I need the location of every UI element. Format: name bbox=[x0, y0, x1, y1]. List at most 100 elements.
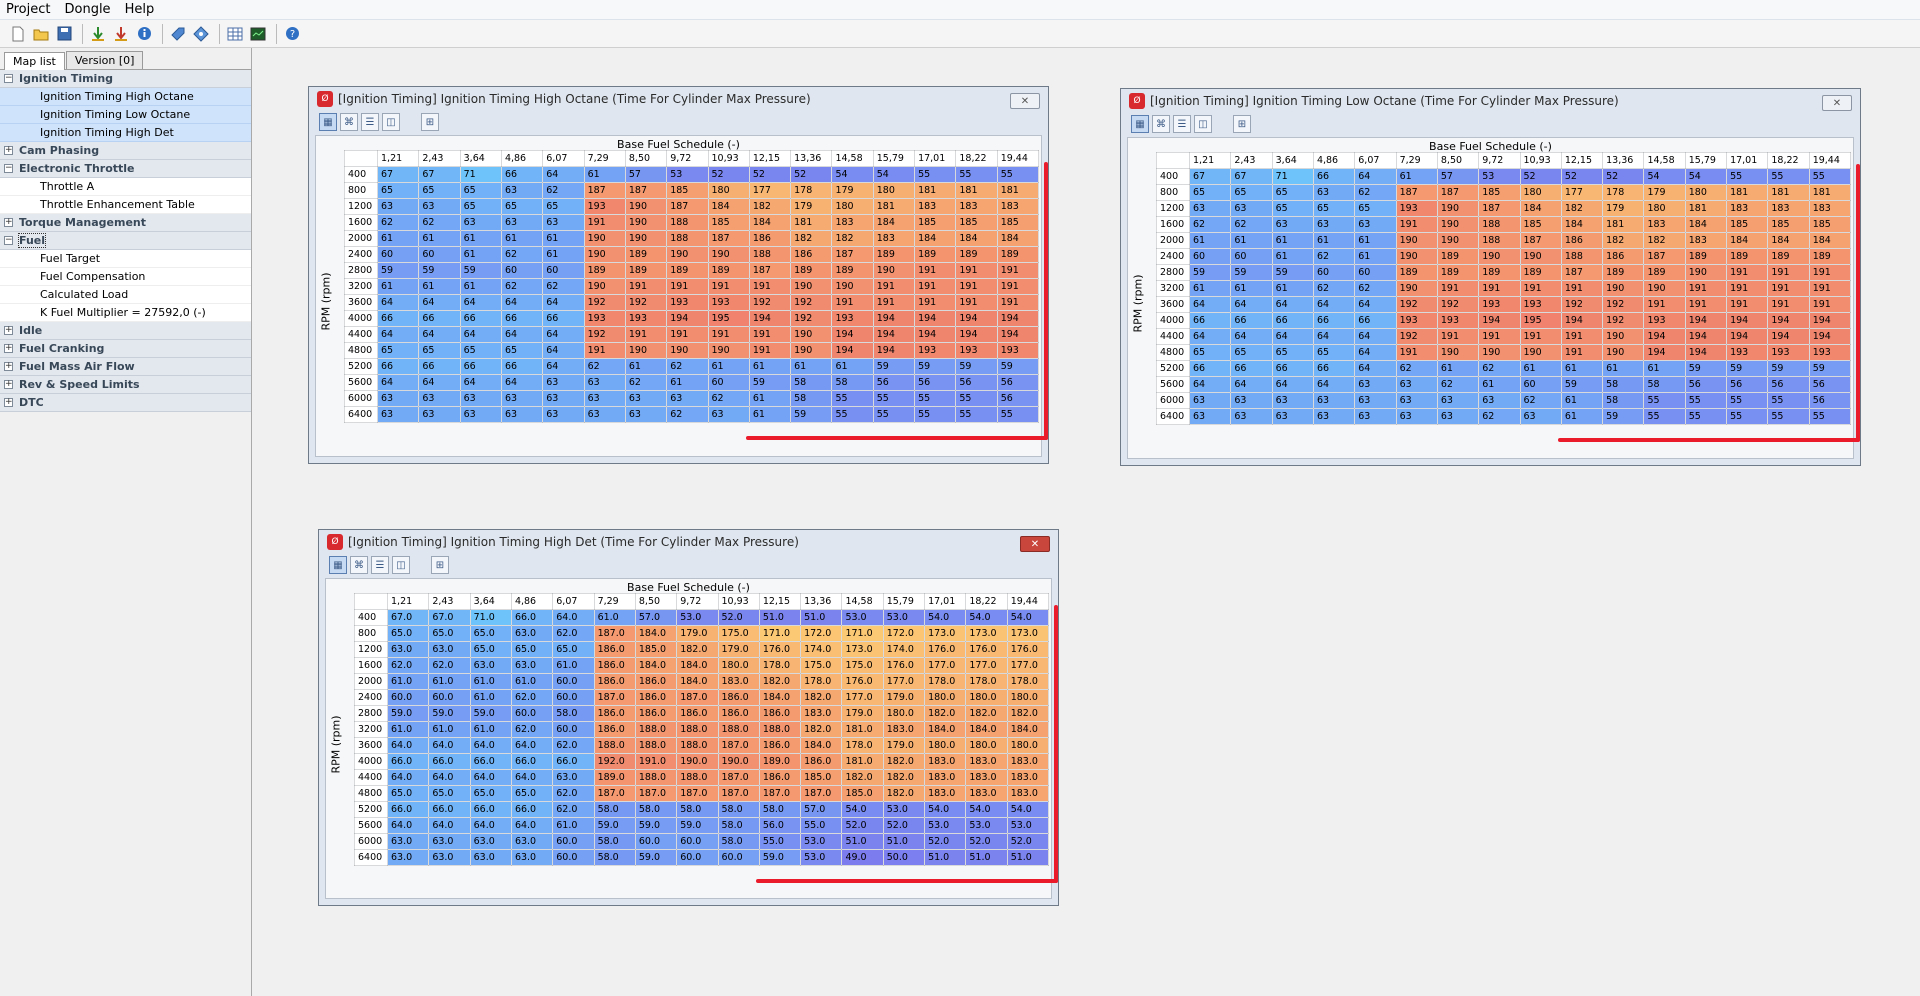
map-cell[interactable]: 60 bbox=[1230, 248, 1273, 265]
row-header[interactable]: 2000 bbox=[354, 673, 388, 690]
row-header[interactable]: 6000 bbox=[354, 833, 388, 850]
map-cell[interactable]: 58 bbox=[1602, 376, 1645, 393]
map-cell[interactable]: 182.0 bbox=[882, 753, 926, 770]
map-cell[interactable]: 183.0 bbox=[882, 721, 926, 738]
map-cell[interactable]: 64 bbox=[500, 326, 544, 343]
map-cell[interactable]: 191 bbox=[1560, 344, 1604, 361]
map-cell[interactable]: 66 bbox=[1312, 360, 1356, 377]
column-header[interactable]: 1,21 bbox=[376, 150, 420, 167]
map-cell[interactable]: 55.0 bbox=[758, 833, 802, 850]
column-header[interactable]: 1,21 bbox=[1188, 152, 1232, 169]
map-table[interactable]: 1,21 2,43 3,64 4,86 6,07 7,29 8,50 9,72 10,93 12,… bbox=[1156, 152, 1852, 425]
map-cell[interactable]: 63 bbox=[1312, 216, 1356, 233]
chart-3d-icon[interactable]: ⌘ bbox=[1152, 115, 1170, 133]
column-header[interactable]: 6,07 bbox=[1354, 152, 1397, 169]
map-cell[interactable]: 64 bbox=[542, 358, 585, 375]
row-header[interactable]: 6400 bbox=[344, 406, 378, 423]
map-cell[interactable]: 66 bbox=[1271, 312, 1314, 329]
map-cell[interactable]: 63 bbox=[1395, 392, 1438, 409]
map-cell[interactable]: 61 bbox=[1271, 248, 1314, 265]
map-cell[interactable]: 63.0 bbox=[428, 641, 471, 658]
map-cell[interactable]: 63 bbox=[542, 390, 585, 407]
map-cell[interactable]: 52.0 bbox=[924, 833, 967, 850]
map-cell[interactable]: 175.0 bbox=[717, 625, 760, 642]
map-cell[interactable]: 186.0 bbox=[593, 705, 636, 722]
info-icon[interactable] bbox=[134, 24, 154, 44]
map-cell[interactable]: 64.0 bbox=[510, 769, 554, 786]
map-cell[interactable]: 194 bbox=[1643, 344, 1686, 361]
map-cell[interactable]: 180.0 bbox=[717, 657, 760, 674]
help-icon[interactable]: ? bbox=[282, 24, 302, 44]
map-cell[interactable]: 179 bbox=[831, 182, 874, 199]
map-cell[interactable]: 184.0 bbox=[800, 737, 843, 754]
map-cell[interactable]: 186.0 bbox=[634, 673, 678, 690]
map-cell[interactable]: 190 bbox=[872, 262, 916, 279]
map-cell[interactable]: 186 bbox=[748, 230, 792, 247]
map-cell[interactable]: 62.0 bbox=[510, 721, 554, 738]
map-cell[interactable]: 63 bbox=[583, 406, 626, 423]
map-cell[interactable]: 67.0 bbox=[428, 609, 471, 626]
row-header[interactable]: 2400 bbox=[344, 246, 378, 263]
map-cell[interactable]: 58.0 bbox=[593, 833, 636, 850]
map-cell[interactable]: 61.0 bbox=[552, 657, 595, 674]
map-cell[interactable]: 60.0 bbox=[634, 833, 678, 850]
tree-category[interactable]: − Electronic Throttle bbox=[0, 160, 251, 178]
map-cell[interactable]: 63 bbox=[1312, 408, 1356, 425]
map-cell[interactable]: 63 bbox=[542, 214, 585, 231]
map-cell[interactable]: 65 bbox=[376, 182, 420, 199]
map-cell[interactable]: 193 bbox=[1808, 344, 1852, 361]
map-cell[interactable]: 52 bbox=[790, 166, 833, 183]
map-cell[interactable]: 189 bbox=[1519, 264, 1562, 281]
map-cell[interactable]: 60.0 bbox=[428, 689, 471, 706]
map-cell[interactable]: 191 bbox=[583, 342, 626, 359]
map-cell[interactable]: 60.0 bbox=[510, 705, 554, 722]
map-cell[interactable]: 66 bbox=[500, 166, 544, 183]
map-cell[interactable]: 61 bbox=[1188, 232, 1232, 249]
map-cell[interactable]: 189 bbox=[1684, 248, 1728, 265]
map-cell[interactable]: 62.0 bbox=[552, 801, 595, 818]
map-cell[interactable]: 55 bbox=[996, 406, 1040, 423]
map-cell[interactable]: 181 bbox=[955, 182, 998, 199]
map-cell[interactable]: 55 bbox=[872, 406, 916, 423]
map-cell[interactable]: 189 bbox=[583, 262, 626, 279]
map-cell[interactable]: 66 bbox=[1312, 168, 1356, 185]
map-cell[interactable]: 61 bbox=[1519, 360, 1562, 377]
map-cell[interactable]: 180 bbox=[1519, 184, 1562, 201]
map-cell[interactable]: 54.0 bbox=[1006, 609, 1050, 626]
map-cell[interactable]: 66.0 bbox=[510, 753, 554, 770]
tree-item[interactable]: Throttle Enhancement Table bbox=[0, 196, 251, 214]
row-header[interactable]: 2400 bbox=[1156, 248, 1190, 265]
map-cell[interactable]: 186 bbox=[1602, 248, 1645, 265]
row-header[interactable]: 400 bbox=[354, 609, 388, 626]
map-cell[interactable]: 183 bbox=[831, 214, 874, 231]
map-cell[interactable]: 185 bbox=[996, 214, 1040, 231]
tree-item[interactable]: Ignition Timing Low Octane bbox=[0, 106, 251, 124]
map-cell[interactable]: 66 bbox=[418, 358, 461, 375]
map-cell[interactable]: 63 bbox=[542, 374, 585, 391]
map-cell[interactable]: 65 bbox=[1271, 200, 1314, 217]
map-cell[interactable]: 180.0 bbox=[1006, 737, 1050, 754]
map-cell[interactable]: 191 bbox=[1436, 328, 1480, 345]
map-cell[interactable]: 55 bbox=[831, 406, 874, 423]
map-cell[interactable]: 71 bbox=[1271, 168, 1314, 185]
map-cell[interactable]: 190 bbox=[666, 342, 709, 359]
map-cell[interactable]: 186.0 bbox=[676, 705, 719, 722]
row-header[interactable]: 3600 bbox=[1156, 296, 1190, 313]
map-cell[interactable]: 66.0 bbox=[386, 753, 430, 770]
map-cell[interactable]: 191 bbox=[1808, 264, 1852, 281]
column-header[interactable]: 4,86 bbox=[510, 593, 554, 610]
map-cell[interactable]: 61 bbox=[748, 406, 792, 423]
map-cell[interactable]: 63 bbox=[1436, 408, 1480, 425]
map-cell[interactable]: 186.0 bbox=[717, 689, 760, 706]
map-cell[interactable]: 59 bbox=[376, 262, 420, 279]
column-header[interactable]: 14,58 bbox=[831, 150, 874, 167]
map-cell[interactable]: 63 bbox=[459, 406, 502, 423]
map-cell[interactable]: 54.0 bbox=[924, 609, 967, 626]
map-cell[interactable]: 58.0 bbox=[717, 833, 760, 850]
map-cell[interactable]: 66 bbox=[1188, 312, 1232, 329]
map-cell[interactable]: 61 bbox=[1271, 232, 1314, 249]
map-cell[interactable]: 54.0 bbox=[841, 801, 884, 818]
map-cell[interactable]: 64 bbox=[376, 294, 420, 311]
map-cell[interactable]: 190 bbox=[707, 246, 750, 263]
map-cell[interactable]: 192 bbox=[790, 310, 833, 327]
